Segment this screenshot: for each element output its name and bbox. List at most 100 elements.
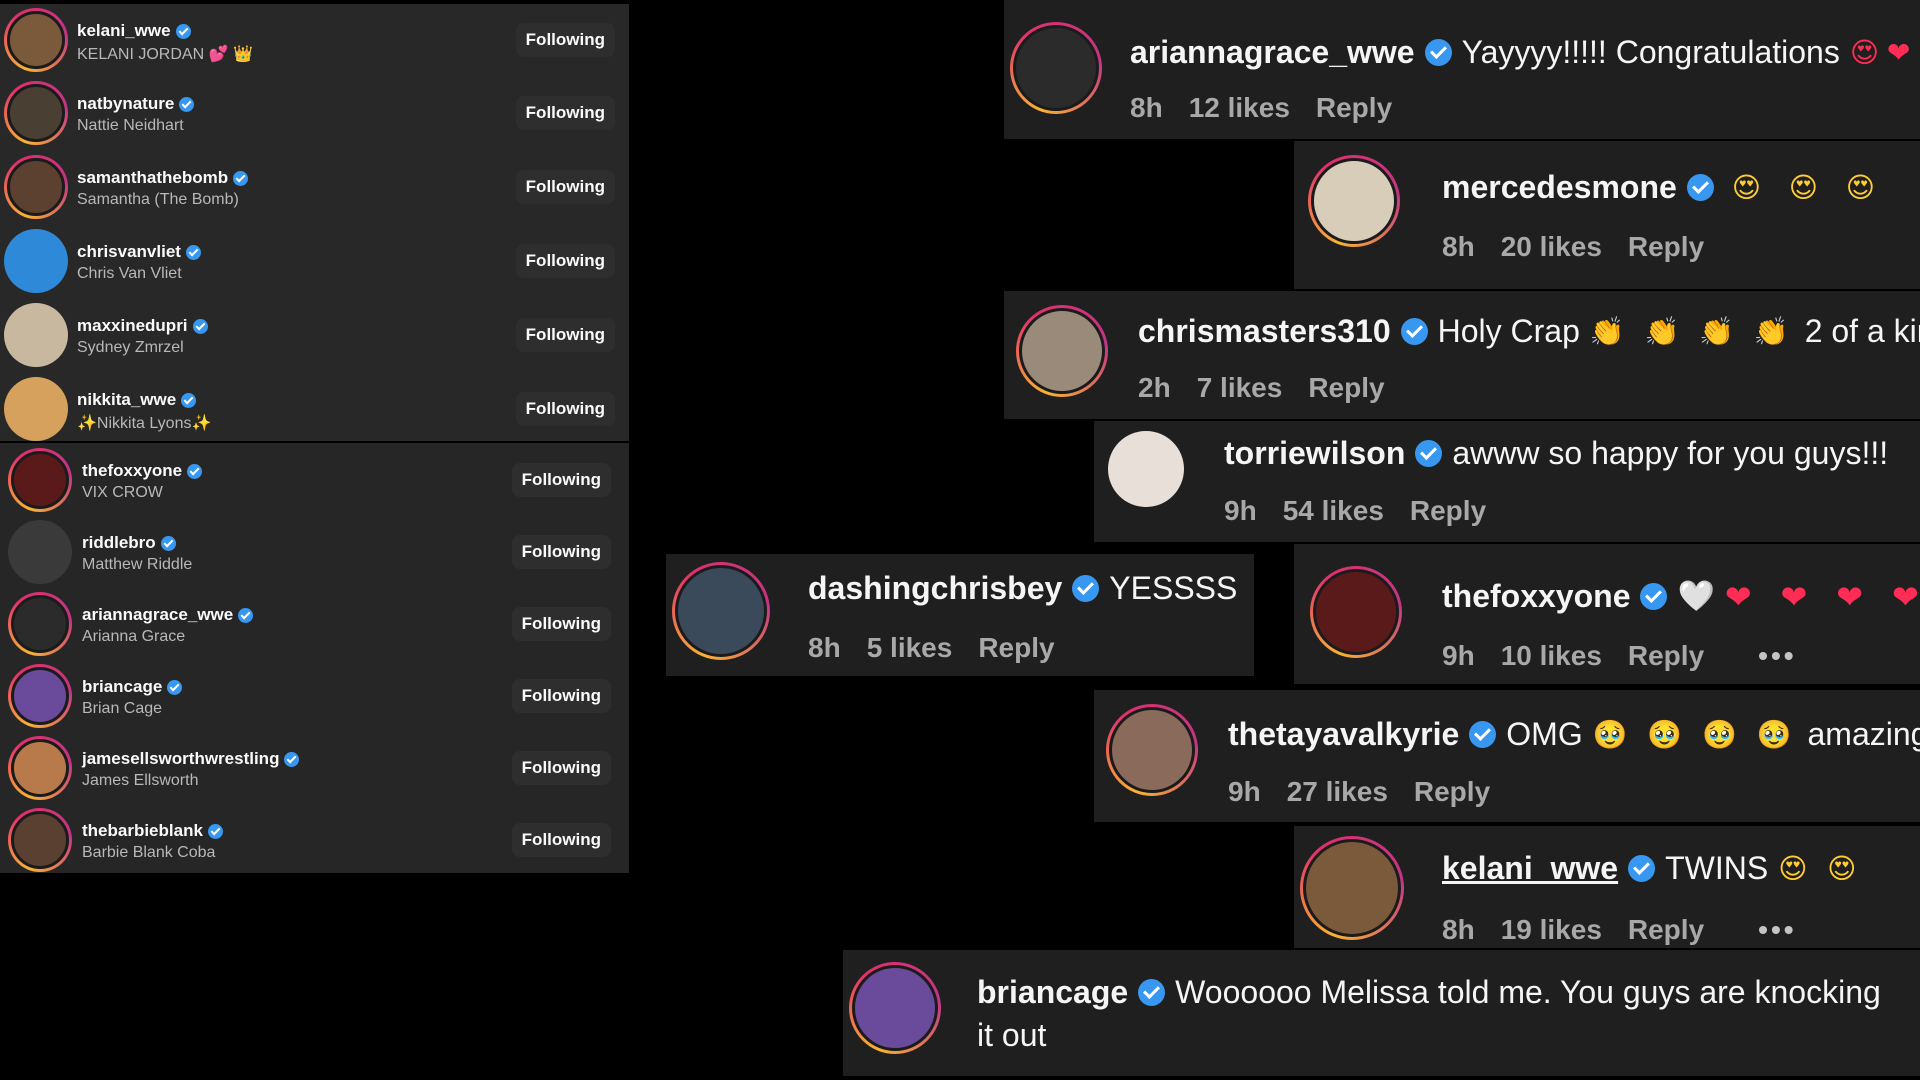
following-button[interactable]: Following <box>515 318 615 352</box>
following-list-top: kelani_wwe KELANI JORDAN 💕 👑 Following n… <box>0 4 629 441</box>
username[interactable]: kelani_wwe <box>77 21 171 41</box>
avatar[interactable] <box>4 8 68 72</box>
following-row[interactable]: natbynature Nattie Neidhart Following <box>0 77 629 149</box>
verified-badge-icon <box>1400 318 1428 345</box>
following-row[interactable]: jamesellsworthwrestling James Ellsworth … <box>0 732 629 804</box>
comment-likes[interactable]: 20 likes <box>1501 231 1602 263</box>
comment-username[interactable]: mercedesmone <box>1442 169 1677 206</box>
reply-button[interactable]: Reply <box>1308 372 1384 404</box>
reply-button[interactable]: Reply <box>1316 92 1392 124</box>
username[interactable]: ariannagrace_wwe <box>82 605 233 625</box>
following-row[interactable]: thefoxxyone VIX CROW Following <box>0 444 629 516</box>
comment-likes[interactable]: 10 likes <box>1501 640 1602 672</box>
username[interactable]: thefoxxyone <box>82 461 182 481</box>
following-button[interactable]: Following <box>511 823 611 857</box>
username[interactable]: maxxinedupri <box>77 316 188 336</box>
reply-button[interactable]: Reply <box>1414 776 1490 808</box>
username[interactable]: briancage <box>82 677 162 697</box>
username[interactable]: samanthathebomb <box>77 168 228 188</box>
avatar[interactable] <box>8 520 72 584</box>
following-row[interactable]: kelani_wwe KELANI JORDAN 💕 👑 Following <box>0 4 629 76</box>
username[interactable]: nikkita_wwe <box>77 390 176 410</box>
full-name: Brian Cage <box>82 700 163 717</box>
username[interactable]: jamesellsworthwrestling <box>82 749 279 769</box>
comment-likes[interactable]: 7 likes <box>1197 372 1283 404</box>
avatar[interactable] <box>4 81 68 145</box>
comment-username[interactable]: dashingchrisbey <box>808 570 1062 607</box>
comment-text: awww so happy for you guys!!! <box>1452 435 1889 471</box>
comment-username[interactable]: chrismasters310 <box>1138 313 1391 350</box>
verified-badge-icon <box>1640 583 1668 610</box>
verified-badge-icon <box>233 170 249 186</box>
following-button[interactable]: Following <box>515 96 615 130</box>
avatar[interactable] <box>1016 305 1108 397</box>
avatar[interactable] <box>1300 836 1404 940</box>
following-row[interactable]: nikkita_wwe ✨Nikkita Lyons✨ Following <box>0 373 629 445</box>
avatar[interactable] <box>8 448 72 512</box>
comment-likes[interactable]: 27 likes <box>1287 776 1388 808</box>
reply-button[interactable]: Reply <box>978 632 1054 664</box>
verified-badge-icon <box>167 679 183 695</box>
reply-button[interactable]: Reply <box>1628 231 1704 263</box>
full-name: Sydney Zmrzel <box>77 339 184 356</box>
avatar[interactable] <box>4 229 68 293</box>
avatar[interactable] <box>4 377 68 441</box>
comment-likes[interactable]: 5 likes <box>867 632 953 664</box>
following-button[interactable]: Following <box>515 23 615 57</box>
following-button[interactable]: Following <box>511 607 611 641</box>
comment-username[interactable]: briancage <box>977 974 1128 1011</box>
avatar[interactable] <box>1308 155 1400 247</box>
comment-time: 8h <box>1442 231 1475 262</box>
following-row[interactable]: chrisvanvliet Chris Van Vliet Following <box>0 225 629 297</box>
avatar[interactable] <box>1310 566 1402 658</box>
following-row[interactable]: thebarbieblank Barbie Blank Coba Followi… <box>0 804 629 876</box>
heart-eyes-emoji: 😍 😍 😍 <box>1731 171 1885 203</box>
comment-username[interactable]: kelani_wwe <box>1442 850 1618 887</box>
comment-username[interactable]: ariannagrace_wwe <box>1130 34 1415 71</box>
reply-button[interactable]: Reply <box>1628 914 1704 946</box>
avatar[interactable] <box>1106 704 1198 796</box>
comment-time: 8h <box>1130 92 1163 123</box>
following-button[interactable]: Following <box>511 679 611 713</box>
more-options-icon[interactable]: ••• <box>1758 914 1796 946</box>
more-options-icon[interactable]: ••• <box>1758 640 1796 672</box>
comment-likes[interactable]: 12 likes <box>1189 92 1290 124</box>
comment-likes[interactable]: 54 likes <box>1283 495 1384 527</box>
following-row[interactable]: riddlebro Matthew Riddle Following <box>0 516 629 588</box>
avatar[interactable] <box>1010 22 1102 114</box>
avatar[interactable] <box>8 592 72 656</box>
username[interactable]: thebarbieblank <box>82 821 203 841</box>
reply-button[interactable]: Reply <box>1410 495 1486 527</box>
comment-username[interactable]: thefoxxyone <box>1442 578 1630 615</box>
following-button[interactable]: Following <box>515 170 615 204</box>
comment-username[interactable]: thetayavalkyrie <box>1228 716 1459 753</box>
username[interactable]: riddlebro <box>82 533 156 553</box>
following-button[interactable]: Following <box>511 751 611 785</box>
following-button[interactable]: Following <box>511 463 611 497</box>
following-row[interactable]: samanthathebomb Samantha (The Bomb) Foll… <box>0 151 629 223</box>
following-button[interactable]: Following <box>515 244 615 278</box>
comment-card: chrismasters310 Holy Crap 👏 👏 👏 👏 2 of a… <box>1004 291 1920 419</box>
following-button[interactable]: Following <box>511 535 611 569</box>
avatar[interactable] <box>8 736 72 800</box>
comment-text-continued: it out <box>977 1017 1047 1053</box>
avatar[interactable] <box>1108 431 1184 507</box>
verified-badge-icon <box>207 823 223 839</box>
avatar[interactable] <box>8 664 72 728</box>
avatar[interactable] <box>4 303 68 367</box>
comment-username[interactable]: torriewilson <box>1224 435 1405 472</box>
avatar[interactable] <box>4 155 68 219</box>
username[interactable]: natbynature <box>77 94 174 114</box>
following-button[interactable]: Following <box>515 392 615 426</box>
avatar[interactable] <box>8 808 72 872</box>
following-row[interactable]: maxxinedupri Sydney Zmrzel Following <box>0 299 629 371</box>
clapping-hands-emoji: 👏 👏 👏 👏 <box>1589 315 1795 347</box>
avatar[interactable] <box>672 562 770 660</box>
reply-button[interactable]: Reply <box>1628 640 1704 672</box>
following-row[interactable]: ariannagrace_wwe Arianna Grace Following <box>0 588 629 660</box>
comment-likes[interactable]: 19 likes <box>1501 914 1602 946</box>
following-row[interactable]: briancage Brian Cage Following <box>0 660 629 732</box>
full-name: Barbie Blank Coba <box>82 844 216 861</box>
username[interactable]: chrisvanvliet <box>77 242 181 262</box>
avatar[interactable] <box>849 962 941 1054</box>
